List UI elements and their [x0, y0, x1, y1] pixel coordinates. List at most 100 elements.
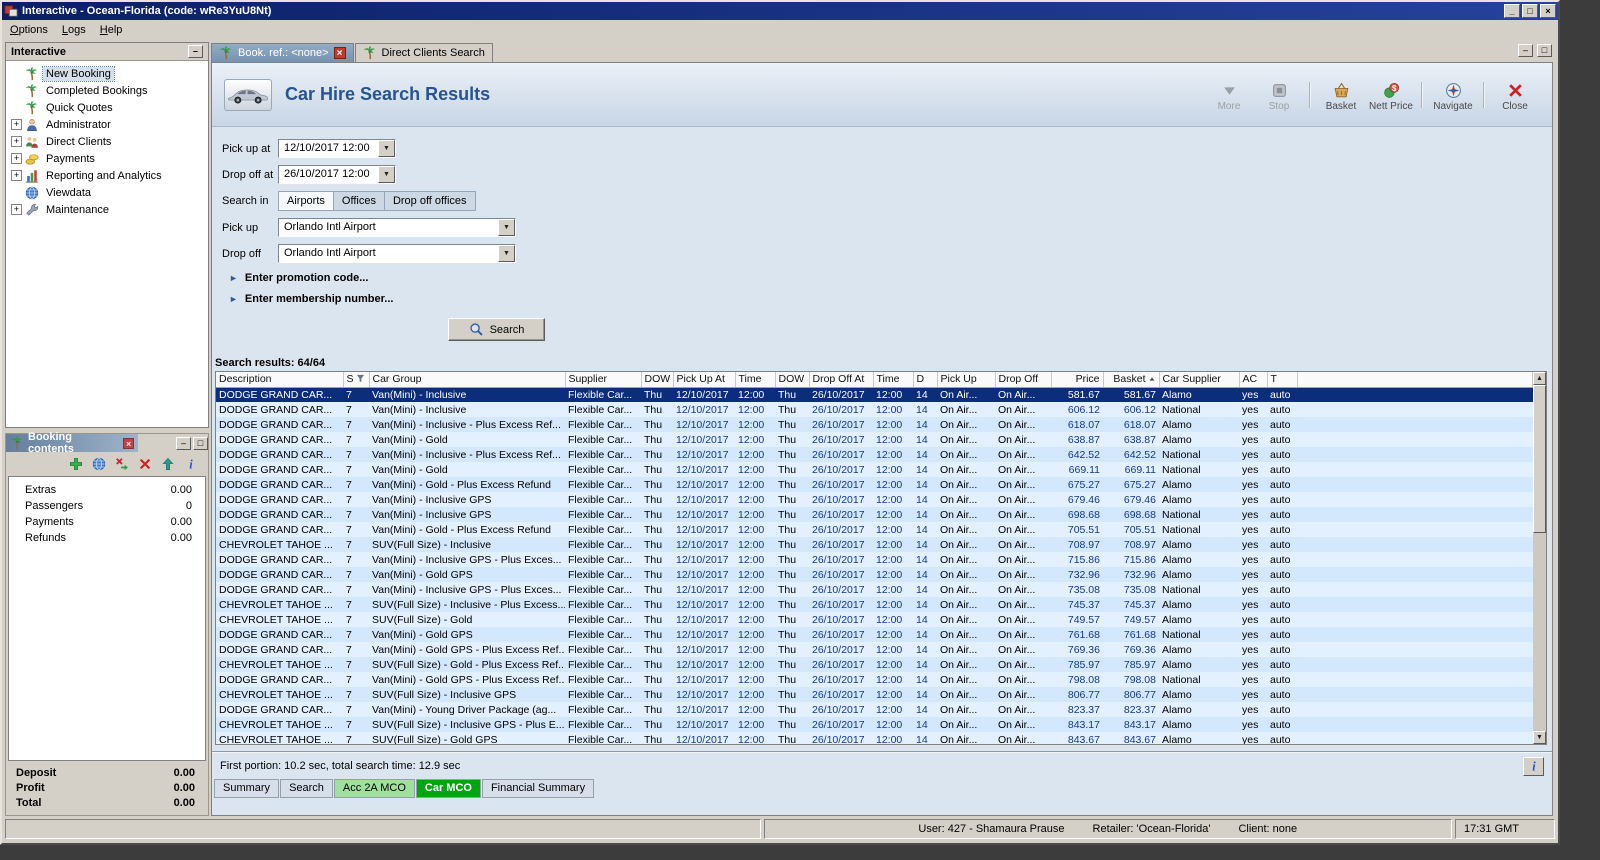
sidebar-item-direct-clients[interactable]: +Direct Clients — [6, 133, 208, 150]
add-button[interactable] — [68, 456, 84, 472]
search-in-tab-airports[interactable]: Airports — [278, 191, 334, 211]
table-row[interactable]: DODGE GRAND CAR...7Van(Mini) - Inclusive… — [216, 402, 1533, 417]
chevron-down-icon[interactable]: ▼ — [498, 219, 515, 236]
navigate-button[interactable]: Navigate — [1428, 78, 1478, 112]
table-row[interactable]: DODGE GRAND CAR...7Van(Mini) - Gold - Pl… — [216, 522, 1533, 537]
bottom-tab-car-mco[interactable]: Car MCO — [416, 779, 481, 798]
sidebar-item-reporting-and-analytics[interactable]: +Reporting and Analytics — [6, 167, 208, 184]
column-header-time-6[interactable]: Time — [735, 372, 775, 387]
sidebar-item-completed-bookings[interactable]: Completed Bookings — [6, 82, 208, 99]
close-button[interactable]: Close — [1490, 78, 1540, 112]
panel-collapse-button[interactable]: – — [188, 45, 203, 58]
column-header-car-group-2[interactable]: Car Group — [369, 372, 565, 387]
dropoff-at-select[interactable]: 26/10/2017 12:00 ▼ — [278, 165, 396, 184]
membership-expander[interactable]: ► Enter membership number... — [229, 293, 1552, 305]
up-arrow-button[interactable] — [160, 456, 176, 472]
search-in-tab-offices[interactable]: Offices — [333, 191, 385, 211]
bottom-tab-search[interactable]: Search — [280, 779, 333, 798]
pickup-select[interactable]: Orlando Intl Airport ▼ — [278, 218, 516, 237]
sidebar-item-viewdata[interactable]: Viewdata — [6, 184, 208, 201]
expand-plus-icon[interactable]: + — [11, 136, 22, 147]
scroll-down-icon[interactable]: ▼ — [1533, 731, 1546, 744]
column-header-dow-4[interactable]: DOW — [641, 372, 673, 387]
expand-plus-icon[interactable]: + — [11, 153, 22, 164]
table-row[interactable]: DODGE GRAND CAR...7Van(Mini) - Gold GPS … — [216, 642, 1533, 657]
table-row[interactable]: DODGE GRAND CAR...7Van(Mini) - Gold GPS … — [216, 672, 1533, 687]
column-header-supplier-3[interactable]: Supplier — [565, 372, 641, 387]
table-row[interactable]: DODGE GRAND CAR...7Van(Mini) - Inclusive… — [216, 447, 1533, 462]
vertical-scrollbar[interactable]: ▲ ▼ — [1533, 372, 1546, 744]
table-row[interactable]: CHEVROLET TAHOE ...7SUV(Full Size) - Inc… — [216, 537, 1533, 552]
sidebar-item-quick-quotes[interactable]: Quick Quotes — [6, 99, 208, 116]
filter-funnel-icon[interactable] — [356, 374, 365, 386]
table-row[interactable]: DODGE GRAND CAR...7Van(Mini) - Inclusive… — [216, 387, 1533, 402]
column-header-basket-14[interactable]: Basket — [1103, 372, 1159, 387]
scrollbar-thumb[interactable] — [1533, 385, 1546, 533]
table-row[interactable]: DODGE GRAND CAR...7Van(Mini) - Inclusive… — [216, 507, 1533, 522]
close-button[interactable]: × — [1540, 4, 1556, 18]
booking-minimize-button[interactable]: – — [176, 437, 191, 450]
dropoff-select[interactable]: Orlando Intl Airport ▼ — [278, 244, 516, 263]
table-row[interactable]: DODGE GRAND CAR...7Van(Mini) - GoldFlexi… — [216, 432, 1533, 447]
column-header-price-13[interactable]: Price — [1051, 372, 1103, 387]
column-header-drop-off-at-8[interactable]: Drop Off At — [809, 372, 873, 387]
doc-minimize-button[interactable]: – — [1518, 44, 1533, 57]
table-row[interactable]: DODGE GRAND CAR...7Van(Mini) - Gold GPSF… — [216, 567, 1533, 582]
chevron-down-icon[interactable]: ▼ — [378, 166, 395, 183]
column-header-dow-7[interactable]: DOW — [775, 372, 809, 387]
menu-logs[interactable]: Logs — [55, 21, 93, 39]
menu-options[interactable]: Options — [3, 21, 55, 39]
expand-plus-icon[interactable]: + — [11, 204, 22, 215]
doc-restore-button[interactable]: □ — [1537, 44, 1552, 57]
bottom-tab-acc-2a-mco[interactable]: Acc 2A MCO — [334, 779, 415, 798]
booking-close-icon[interactable]: × — [123, 438, 134, 449]
expand-plus-icon[interactable]: + — [11, 119, 22, 130]
minimize-button[interactable]: _ — [1504, 4, 1520, 18]
table-row[interactable]: CHEVROLET TAHOE ...7SUV(Full Size) - Gol… — [216, 657, 1533, 672]
table-row[interactable]: CHEVROLET TAHOE ...7SUV(Full Size) - Gol… — [216, 732, 1533, 744]
tab-close-icon[interactable]: × — [334, 47, 346, 59]
globe-button[interactable] — [91, 456, 107, 472]
pickup-at-select[interactable]: 12/10/2017 12:00 ▼ — [278, 139, 396, 158]
column-header-description-0[interactable]: Description — [216, 372, 343, 387]
table-row[interactable]: DODGE GRAND CAR...7Van(Mini) - GoldFlexi… — [216, 462, 1533, 477]
booking-panel-tab[interactable]: Booking contents × — [6, 434, 138, 452]
sidebar-item-new-booking[interactable]: New Booking — [6, 65, 208, 82]
info-button[interactable]: i — [183, 456, 199, 472]
sidebar-item-administrator[interactable]: +Administrator — [6, 116, 208, 133]
doc-tab-book-ref-none[interactable]: Book. ref.: <none>× — [211, 43, 354, 62]
column-header-pick-up-at-5[interactable]: Pick Up At — [673, 372, 735, 387]
bottom-tab-summary[interactable]: Summary — [214, 779, 279, 798]
nett-price-button[interactable]: $Nett Price — [1366, 78, 1416, 112]
table-row[interactable]: DODGE GRAND CAR...7Van(Mini) - Gold GPSF… — [216, 627, 1533, 642]
expand-plus-icon[interactable]: + — [11, 170, 22, 181]
column-header-car-supplier-15[interactable]: Car Supplier — [1159, 372, 1239, 387]
scroll-up-icon[interactable]: ▲ — [1533, 372, 1546, 385]
bottom-tab-financial-summary[interactable]: Financial Summary — [482, 779, 594, 798]
table-row[interactable]: DODGE GRAND CAR...7Van(Mini) - Inclusive… — [216, 492, 1533, 507]
table-row[interactable]: DODGE GRAND CAR...7Van(Mini) - Inclusive… — [216, 552, 1533, 567]
sidebar-item-payments[interactable]: +Payments — [6, 150, 208, 167]
promo-code-expander[interactable]: ► Enter promotion code... — [229, 272, 1552, 284]
table-row[interactable]: CHEVROLET TAHOE ...7SUV(Full Size) - Inc… — [216, 717, 1533, 732]
menu-help[interactable]: Help — [93, 21, 130, 39]
delete-button[interactable] — [137, 456, 153, 472]
table-row[interactable]: CHEVROLET TAHOE ...7SUV(Full Size) - Inc… — [216, 687, 1533, 702]
basket-button[interactable]: Basket — [1316, 78, 1366, 112]
doc-tab-direct-clients-search[interactable]: Direct Clients Search — [355, 43, 493, 62]
booking-restore-button[interactable]: □ — [193, 437, 208, 450]
table-row[interactable]: CHEVROLET TAHOE ...7SUV(Full Size) - Inc… — [216, 597, 1533, 612]
sidebar-item-maintenance[interactable]: +Maintenance — [6, 201, 208, 218]
column-header-pick-up-11[interactable]: Pick Up — [937, 372, 995, 387]
table-row[interactable]: CHEVROLET TAHOE ...7SUV(Full Size) - Gol… — [216, 612, 1533, 627]
column-header-drop-off-12[interactable]: Drop Off — [995, 372, 1051, 387]
table-row[interactable]: DODGE GRAND CAR...7Van(Mini) - Young Dri… — [216, 702, 1533, 717]
remove-arrow-button[interactable] — [114, 456, 130, 472]
maximize-button[interactable]: □ — [1522, 4, 1538, 18]
column-header-ac-16[interactable]: AC — [1239, 372, 1267, 387]
chevron-down-icon[interactable]: ▼ — [378, 140, 395, 157]
table-row[interactable]: DODGE GRAND CAR...7Van(Mini) - Gold - Pl… — [216, 477, 1533, 492]
table-row[interactable]: DODGE GRAND CAR...7Van(Mini) - Inclusive… — [216, 582, 1533, 597]
column-header-d-10[interactable]: D — [913, 372, 937, 387]
column-header-s-1[interactable]: S — [343, 372, 369, 387]
